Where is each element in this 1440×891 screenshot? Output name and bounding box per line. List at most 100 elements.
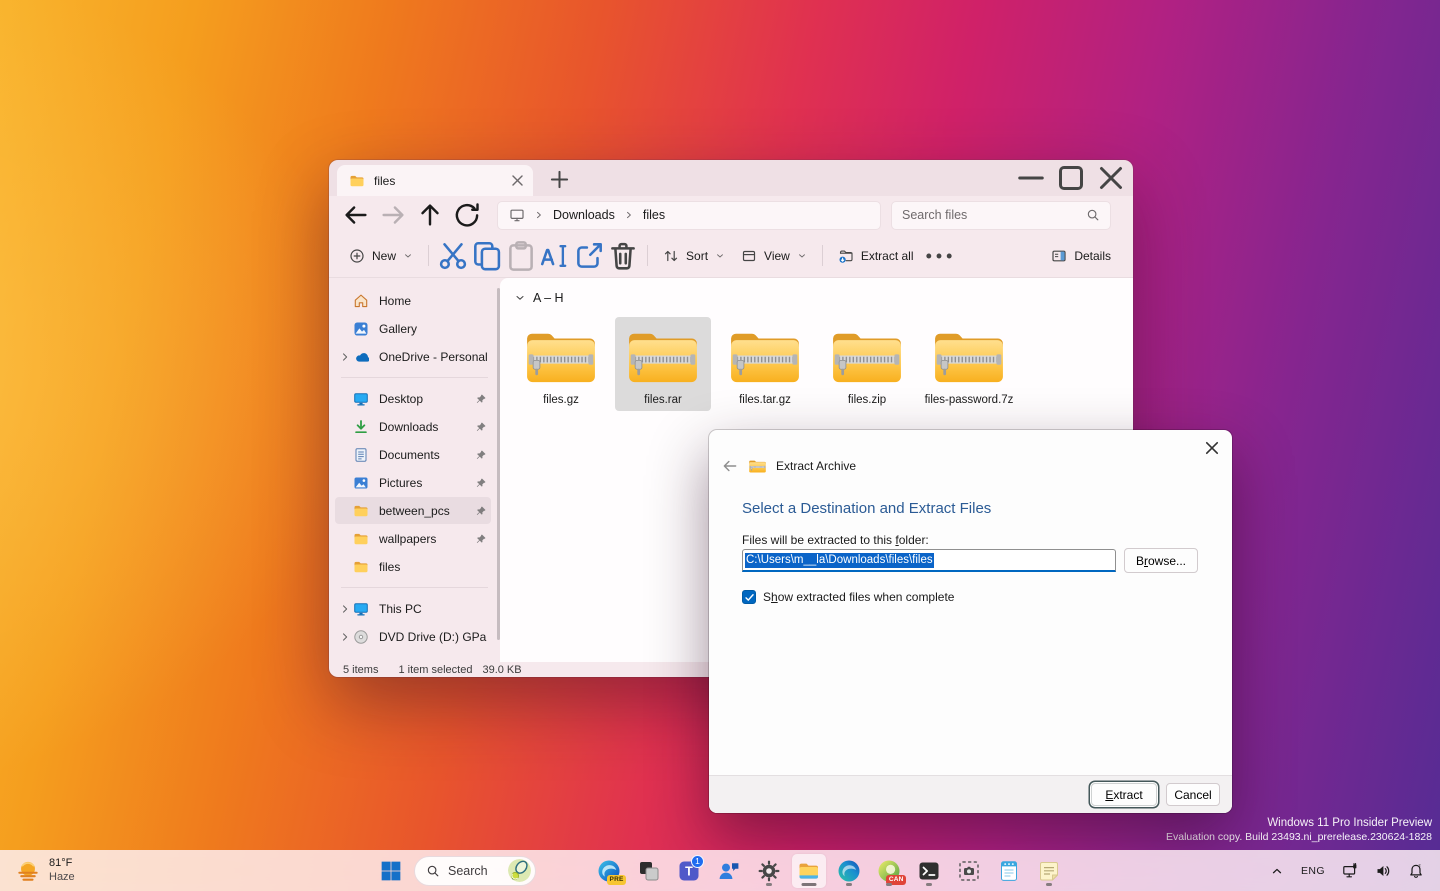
dialog-footer: Extract Cancel	[709, 775, 1232, 813]
watermark-line1: Windows 11 Pro Insider Preview	[1166, 816, 1432, 831]
file-tile-zip-folder[interactable]: files.rar	[615, 317, 711, 411]
breadcrumb-downloads[interactable]: Downloads	[553, 208, 615, 222]
delete-button[interactable]	[606, 240, 640, 272]
taskbar-app-people-chat[interactable]	[712, 854, 746, 888]
expander-chevron-icon[interactable]	[339, 477, 351, 489]
expander-chevron-icon[interactable]	[339, 351, 351, 363]
maximize-button[interactable]	[1051, 160, 1091, 196]
file-tile-zip-folder[interactable]: files.zip	[819, 317, 915, 411]
expander-chevron-icon[interactable]	[339, 631, 351, 643]
taskbar-app-snipping-tool[interactable]	[952, 854, 986, 888]
sidebar-item-folder[interactable]: between_pcs	[335, 497, 491, 524]
paste-button[interactable]	[504, 240, 538, 272]
back-button[interactable]	[341, 200, 371, 230]
sidebar-item-home[interactable]: Home	[335, 287, 491, 314]
explorer-tab-files[interactable]: files	[337, 165, 533, 196]
details-button[interactable]: Details	[1043, 240, 1119, 272]
view-button[interactable]: View	[733, 240, 815, 272]
sidebar-item-pictures[interactable]: Pictures	[335, 469, 491, 496]
pin-icon	[475, 477, 487, 489]
taskbar-app-task-view[interactable]	[632, 854, 666, 888]
breadcrumb-files[interactable]: files	[643, 208, 665, 222]
new-button[interactable]: New	[341, 240, 421, 272]
taskbar-app-teams[interactable]: T 1	[672, 854, 706, 888]
tab-close-icon[interactable]	[508, 171, 527, 190]
taskbar-app-terminal[interactable]	[912, 854, 946, 888]
volume-icon[interactable]	[1373, 861, 1393, 881]
share-button[interactable]	[572, 240, 606, 272]
taskbar-app-edge-dev[interactable]: PRE	[592, 854, 626, 888]
expander-chevron-icon[interactable]	[339, 323, 351, 335]
address-bar[interactable]: Downloads files	[497, 201, 881, 230]
running-indicator	[1046, 883, 1052, 886]
taskbar-app-settings-gear[interactable]	[752, 854, 786, 888]
refresh-button[interactable]	[452, 200, 482, 230]
checkbox-checked[interactable]	[742, 590, 756, 604]
destination-path-input[interactable]: C:\Users\m__la\Downloads\files\files	[742, 549, 1116, 572]
input-language-indicator[interactable]: ENG	[1299, 863, 1327, 879]
dvd-icon	[353, 629, 369, 645]
sidebar-item-dvd[interactable]: DVD Drive (D:) GParted-liv	[335, 623, 491, 650]
minimize-button[interactable]	[1011, 160, 1051, 196]
sort-button[interactable]: Sort	[655, 240, 733, 272]
extract-button[interactable]: Extract	[1091, 783, 1157, 806]
dialog-back-button[interactable]	[721, 457, 739, 475]
task-view-icon	[637, 859, 661, 883]
taskbar-app-sticky-notes[interactable]	[1032, 854, 1066, 888]
taskbar-app-edge-canary[interactable]: CAN	[872, 854, 906, 888]
sidebar-item-desktop[interactable]: Desktop	[335, 385, 491, 412]
notification-bell-icon[interactable]: z	[1406, 861, 1426, 881]
browse-button[interactable]: Browse...	[1124, 548, 1198, 573]
cut-button[interactable]	[436, 240, 470, 272]
sidebar-item-thispc[interactable]: This PC	[335, 595, 491, 622]
sidebar-item-gallery[interactable]: Gallery	[335, 315, 491, 342]
file-tile-zip-folder[interactable]: files.gz	[513, 317, 609, 411]
new-tab-button[interactable]	[546, 166, 573, 193]
expander-chevron-icon[interactable]	[339, 505, 351, 517]
expander-chevron-icon[interactable]	[339, 561, 351, 573]
show-files-checkbox-row[interactable]: Show extracted files when complete	[742, 590, 954, 604]
sidebar-item-onedrive[interactable]: OneDrive - Personal	[335, 343, 491, 370]
details-label: Details	[1074, 249, 1111, 263]
expander-chevron-icon[interactable]	[339, 533, 351, 545]
taskbar-app-file-explorer[interactable]	[792, 854, 826, 888]
rename-button[interactable]	[538, 240, 572, 272]
sidebar-scrollbar[interactable]	[497, 288, 500, 640]
sidebar-item-documents[interactable]: Documents	[335, 441, 491, 468]
dialog-close-icon[interactable]	[1201, 437, 1223, 459]
file-tile-zip-folder[interactable]: files.tar.gz	[717, 317, 813, 411]
expander-chevron-icon[interactable]	[339, 295, 351, 307]
file-tile-zip-folder[interactable]: files-password.7z	[921, 317, 1017, 411]
taskbar-search[interactable]: Search	[414, 856, 536, 886]
expander-chevron-icon[interactable]	[339, 603, 351, 615]
group-collapse-icon[interactable]	[514, 292, 526, 304]
tray-overflow-chevron-icon[interactable]	[1268, 862, 1286, 880]
sidebar-item-label: Documents	[379, 448, 475, 462]
taskbar-app-notepad[interactable]	[992, 854, 1026, 888]
see-more-button[interactable]	[922, 240, 956, 272]
sidebar-item-folder[interactable]: wallpapers	[335, 525, 491, 552]
copy-button[interactable]	[470, 240, 504, 272]
close-button[interactable]	[1091, 160, 1131, 196]
expander-chevron-icon[interactable]	[339, 393, 351, 405]
group-header[interactable]: A – H	[513, 288, 1133, 317]
onedrive-icon	[353, 349, 369, 365]
taskbar-center: Search PRE T	[374, 850, 1066, 891]
sidebar-item-folder[interactable]: files	[335, 553, 491, 580]
cancel-button[interactable]: Cancel	[1166, 783, 1220, 806]
file-name: files.tar.gz	[739, 394, 791, 406]
sidebar-item-label: Downloads	[379, 420, 475, 434]
up-button[interactable]	[415, 200, 445, 230]
sidebar-item-downloads[interactable]: Downloads	[335, 413, 491, 440]
extract-all-button[interactable]: Extract all	[830, 240, 922, 272]
start-button[interactable]	[374, 854, 408, 888]
weather-widget[interactable]: 81°F Haze	[9, 850, 81, 891]
sidebar-item-label: files	[379, 560, 487, 574]
zip-folder-icon	[748, 458, 767, 474]
taskbar-app-edge[interactable]	[832, 854, 866, 888]
network-icon[interactable]	[1340, 861, 1360, 881]
explorer-search-box[interactable]: Search files	[891, 201, 1111, 230]
expander-chevron-icon[interactable]	[339, 421, 351, 433]
expander-chevron-icon[interactable]	[339, 449, 351, 461]
forward-button[interactable]	[378, 200, 408, 230]
